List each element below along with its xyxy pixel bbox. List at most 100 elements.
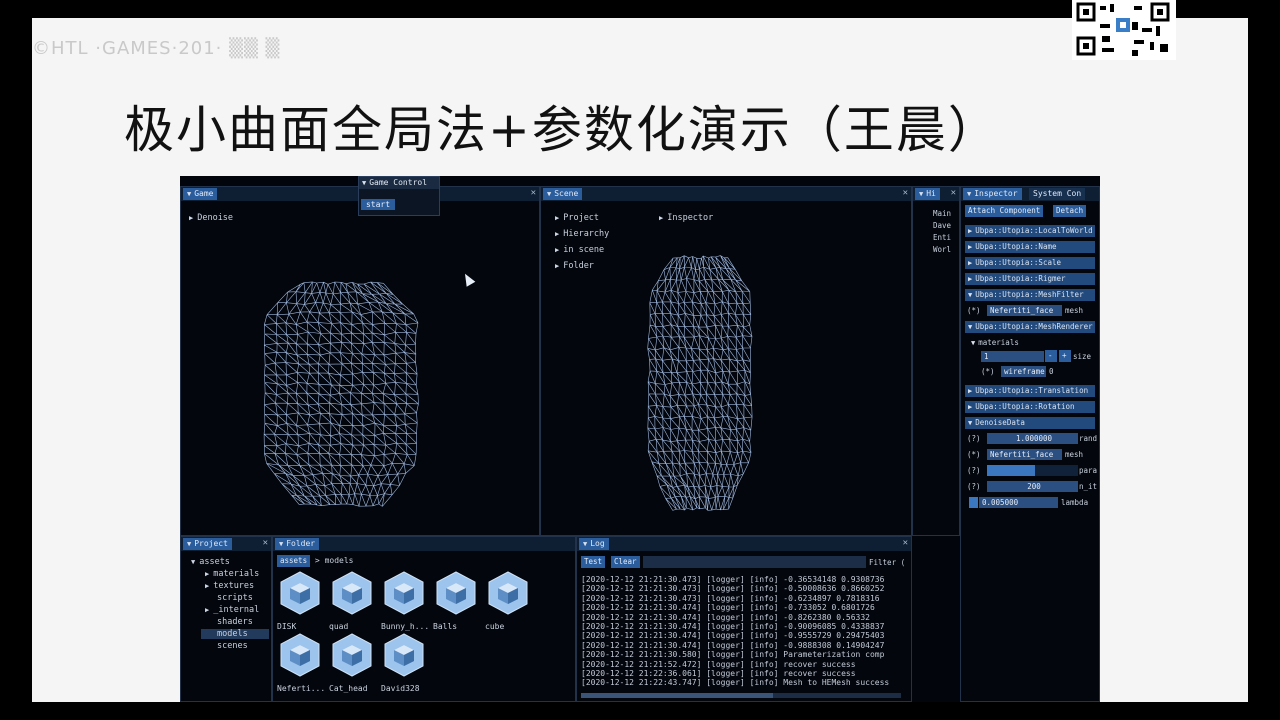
close-icon[interactable]: ✕ <box>951 188 956 198</box>
tree-item-hierarchy[interactable]: ▶ Hierarchy <box>555 229 609 239</box>
tab-folder[interactable]: ▼ Folder <box>275 538 320 550</box>
close-icon[interactable]: ✕ <box>903 188 908 198</box>
folder-tabbar: ▼ Folder <box>273 537 575 551</box>
editor-window: ▼ Game ✕ ▶ Denoise ▼ Game Control start ▼ Sc… <box>180 176 1100 702</box>
close-icon[interactable]: ✕ <box>263 538 268 548</box>
tree-item-textures[interactable]: ▶ textures <box>205 581 254 591</box>
component-denoisedata[interactable]: ▼ DenoiseData <box>965 417 1095 429</box>
close-icon[interactable]: ✕ <box>531 188 536 198</box>
tree-item-denoise[interactable]: ▶ Denoise <box>189 213 233 223</box>
asset-label: Bunny_h... <box>381 622 430 631</box>
asset-tile[interactable]: Neferti... <box>277 633 325 693</box>
component-localtoworld[interactable]: ▶ Ubpa::Utopia::LocalToWorld <box>965 225 1095 237</box>
tab-inspector[interactable]: ▼ Inspector <box>963 188 1022 200</box>
tab-scene[interactable]: ▼ Scene <box>543 188 583 200</box>
tree-item-folder[interactable]: ▶ Folder <box>555 261 594 271</box>
scrollbar-thumb[interactable] <box>581 693 773 698</box>
log-line: [2020-12-12 21:21:30.474] [logger] [info… <box>581 603 875 613</box>
project-tabbar: ▼ Project ✕ <box>181 537 271 551</box>
hierarchy-item-dave[interactable]: Dave <box>933 221 951 230</box>
hierarchy-tabbar: ▼ Hi ✕ <box>913 187 959 201</box>
tree-item-internal[interactable]: ▶ _internal <box>205 605 259 615</box>
test-button[interactable]: Test <box>581 556 606 568</box>
minus-icon[interactable]: - <box>1045 350 1057 362</box>
asset-tile[interactable]: quad <box>329 571 377 631</box>
tree-item-project[interactable]: ▶ Project <box>555 213 599 223</box>
asset-tile[interactable]: David328 <box>381 633 429 693</box>
wireframe-viewport-game[interactable] <box>261 279 421 509</box>
chevron-right-icon: ▶ <box>205 582 210 590</box>
chevron-down-icon: ▼ <box>191 558 196 566</box>
breadcrumb-separator: > <box>314 556 320 565</box>
project-panel: ▼ Project ✕ ▼ assets ▶ materials ▶ textures … <box>180 536 272 702</box>
plus-icon[interactable]: + <box>1059 350 1071 362</box>
n-iter-field[interactable]: 200 <box>987 481 1078 492</box>
mesh-asset-icon <box>384 633 424 677</box>
asset-tile[interactable]: cube <box>485 571 533 631</box>
component-meshfilter[interactable]: ▼ Ubpa::Utopia::MeshFilter <box>965 289 1095 301</box>
hint-icon: (?) <box>967 434 981 443</box>
lambda-field[interactable]: 0.005000 <box>979 497 1058 508</box>
breadcrumb-models[interactable]: models <box>325 556 354 565</box>
rand-field[interactable]: 1.000000 <box>987 433 1078 444</box>
start-button[interactable]: start <box>361 199 395 210</box>
tab-system-config[interactable]: System Con <box>1029 188 1086 200</box>
asset-label: Neferti... <box>277 684 326 693</box>
tab-log[interactable]: ▼ Log <box>579 538 609 550</box>
tab-game[interactable]: ▼ Game <box>183 188 218 200</box>
inspector-panel: ▼ Inspector System Con Attach Component D… <box>960 186 1100 702</box>
tree-item-scripts[interactable]: scripts <box>217 593 253 603</box>
tab-hierarchy[interactable]: ▼ Hi <box>915 188 940 200</box>
denoise-mesh-field[interactable]: Nefertiti_face <box>987 449 1062 460</box>
hierarchy-item-main[interactable]: Main <box>933 209 951 218</box>
wireframe-material-field[interactable]: wireframe <box>1001 366 1046 377</box>
component-scale[interactable]: ▶ Ubpa::Utopia::Scale <box>965 257 1095 269</box>
asset-label: David328 <box>381 684 420 693</box>
component-meshrenderer[interactable]: ▼ Ubpa::Utopia::MeshRenderer <box>965 321 1095 333</box>
component-translation[interactable]: ▶ Ubpa::Utopia::Translation <box>965 385 1095 397</box>
filter-label: Filter ( <box>869 558 906 567</box>
mesh-asset-icon <box>332 571 372 615</box>
detach-button[interactable]: Detach <box>1053 205 1087 217</box>
horizontal-scrollbar[interactable] <box>581 693 901 698</box>
denoise-mesh-label: mesh <box>1065 450 1084 459</box>
tab-project[interactable]: ▼ Project <box>183 538 232 550</box>
component-name[interactable]: ▶ Ubpa::Utopia::Name <box>965 241 1095 253</box>
log-line: [2020-12-12 21:21:30.473] [logger] [info… <box>581 584 885 594</box>
log-panel: ▼ Log ✕ Test Clear Filter ( [2020-12-12 2… <box>576 536 912 702</box>
tree-item-assets[interactable]: ▼ assets <box>191 557 230 567</box>
chevron-right-icon: ▶ <box>555 230 560 238</box>
wireframe-viewport-scene[interactable] <box>645 253 755 513</box>
tree-item-inspector[interactable]: ▶ Inspector <box>659 213 713 223</box>
clear-button[interactable]: Clear <box>611 556 640 568</box>
tree-item-materials[interactable]: ▶ materials <box>205 569 259 579</box>
asset-tile[interactable]: Bunny_h... <box>381 571 429 631</box>
filter-input[interactable] <box>643 556 866 568</box>
hierarchy-item-enti[interactable]: Enti <box>933 233 951 242</box>
game-control-window: ▼ Game Control start <box>358 176 440 216</box>
asset-tile[interactable]: Cat_head <box>329 633 377 693</box>
para-progress[interactable] <box>987 465 1078 476</box>
attach-component-button[interactable]: Attach Component <box>965 205 1044 217</box>
close-icon[interactable]: ✕ <box>903 538 908 548</box>
tree-item-shaders[interactable]: shaders <box>217 617 253 627</box>
wireframe-mesh <box>263 281 419 507</box>
tree-item-scenes[interactable]: scenes <box>217 641 248 651</box>
slide: ©HTL ·GAMES·201· ▒▒ ▒ 极小曲面全局法+参数化演示（王晨） <box>32 0 1248 702</box>
hint-icon: (*) <box>967 306 981 315</box>
materials-size-label: size <box>1073 352 1092 361</box>
meshfilter-mesh-field[interactable]: Nefertiti_face <box>987 305 1062 316</box>
tree-item-in-scene[interactable]: ▶ in scene <box>555 245 604 255</box>
materials-label[interactable]: ▼ materials <box>971 338 1019 347</box>
hierarchy-item-worl[interactable]: Worl <box>933 245 951 254</box>
asset-tile[interactable]: DISK <box>277 571 325 631</box>
materials-size-field[interactable]: 1 <box>981 351 1044 362</box>
tree-item-models[interactable]: models <box>201 629 269 639</box>
component-rigmer[interactable]: ▶ Ubpa::Utopia::Rigmer <box>965 273 1095 285</box>
breadcrumb-assets[interactable]: assets <box>277 555 311 567</box>
lambda-slider-grab[interactable] <box>969 497 978 508</box>
component-rotation[interactable]: ▶ Ubpa::Utopia::Rotation <box>965 401 1095 413</box>
mesh-asset-icon <box>384 571 424 615</box>
asset-tile[interactable]: Balls <box>433 571 481 631</box>
breadcrumb: assets > models <box>277 555 353 567</box>
